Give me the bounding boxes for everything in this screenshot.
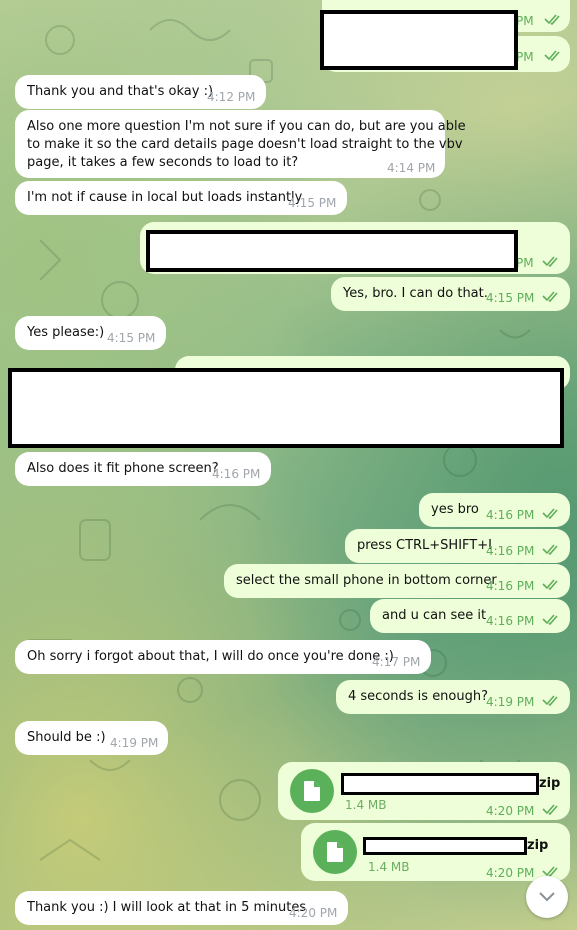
file-size: 1.4 MB xyxy=(368,860,410,874)
redaction-box xyxy=(363,837,527,855)
message-incoming[interactable]: Thank you :) I will look at that in 5 mi… xyxy=(15,891,348,925)
message-time: 4:20 PM xyxy=(486,866,535,880)
message-time: PM xyxy=(516,50,534,64)
chevron-down-icon xyxy=(539,892,555,902)
message-incoming[interactable]: Oh sorry i forgot about that, I will do … xyxy=(15,640,431,674)
message-text-line: to make it so the card details page does… xyxy=(27,137,463,152)
message-outgoing[interactable]: press CTRL+SHIFT+I 4:16 PM xyxy=(345,529,570,563)
message-text: Thank you :) I will look at that in 5 mi… xyxy=(27,900,307,915)
message-text: Thank you and that's okay :) xyxy=(27,84,214,99)
file-icon[interactable] xyxy=(313,830,357,874)
message-outgoing[interactable]: 4 seconds is enough? 4:19 PM xyxy=(336,680,570,714)
file-icon[interactable] xyxy=(290,769,334,813)
message-time: 4:16 PM xyxy=(486,579,535,593)
file-size: 1.4 MB xyxy=(345,798,387,812)
message-time: 4:16 PM xyxy=(212,467,261,481)
message-time: 4:15 PM xyxy=(486,291,535,305)
message-outgoing[interactable]: select the small phone in bottom corner … xyxy=(224,564,570,598)
redaction-box xyxy=(146,230,518,272)
message-time: PM xyxy=(516,14,534,28)
message-incoming[interactable]: Should be :) 4:19 PM xyxy=(15,721,168,755)
message-time: 4:15 PM xyxy=(288,196,337,210)
message-text: Oh sorry i forgot about that, I will do … xyxy=(27,649,394,664)
message-time: 4:19 PM xyxy=(486,695,535,709)
redaction-box xyxy=(8,368,564,448)
message-text: yes bro xyxy=(431,502,479,517)
redaction-box xyxy=(320,10,518,70)
double-check-icon xyxy=(542,256,558,267)
message-time: 4:20 PM xyxy=(289,906,338,920)
message-time: 4:20 PM xyxy=(486,804,535,818)
file-message[interactable]: zip 1.4 MB 4:20 PM xyxy=(301,823,570,881)
message-text: Yes please:) xyxy=(27,325,105,340)
message-time: 4:14 PM xyxy=(387,161,436,175)
double-check-icon xyxy=(544,50,560,61)
double-check-icon xyxy=(542,804,558,815)
message-time: 4:16 PM xyxy=(486,544,535,558)
file-extension: zip xyxy=(539,776,561,791)
message-time: 4:19 PM xyxy=(110,736,159,750)
message-incoming[interactable]: I'm not if cause in local but loads inst… xyxy=(15,181,347,215)
message-text: I'm not if cause in local but loads inst… xyxy=(27,190,303,205)
message-text: Should be :) xyxy=(27,730,106,745)
message-incoming[interactable]: Thank you and that's okay :) 4:12 PM xyxy=(15,75,266,109)
scroll-down-button[interactable] xyxy=(526,876,568,918)
double-check-icon xyxy=(544,14,560,25)
file-message[interactable]: zip 1.4 MB 4:20 PM xyxy=(278,762,570,820)
double-check-icon xyxy=(542,579,558,590)
double-check-icon xyxy=(542,544,558,555)
message-incoming[interactable]: Also one more question I'm not sure if y… xyxy=(15,110,466,178)
message-time: 4:16 PM xyxy=(486,508,535,522)
message-outgoing[interactable]: and u can see it 4:16 PM xyxy=(370,599,570,633)
double-check-icon xyxy=(542,695,558,706)
message-text: Also does it fit phone screen? xyxy=(27,461,219,476)
message-incoming[interactable]: Also does it fit phone screen? 4:16 PM xyxy=(15,452,271,486)
message-text: Yes, bro. I can do that. xyxy=(343,286,488,301)
message-time: 4:15 PM xyxy=(107,331,156,345)
double-check-icon xyxy=(542,508,558,519)
message-text-line: Also one more question I'm not sure if y… xyxy=(27,119,466,134)
message-text: press CTRL+SHIFT+I xyxy=(357,538,492,553)
message-text: and u can see it xyxy=(382,608,487,623)
double-check-icon xyxy=(542,614,558,625)
redaction-box xyxy=(341,773,539,795)
message-outgoing[interactable]: Yes, bro. I can do that. 4:15 PM xyxy=(331,277,570,311)
message-text: 4 seconds is enough? xyxy=(348,689,489,704)
message-time: 4:17 PM xyxy=(372,655,421,669)
message-outgoing[interactable]: yes bro 4:16 PM xyxy=(419,493,570,527)
message-incoming[interactable]: Yes please:) 4:15 PM xyxy=(15,316,166,350)
double-check-icon xyxy=(542,291,558,302)
message-time: PM xyxy=(516,256,534,270)
message-text: select the small phone in bottom corner xyxy=(236,573,497,588)
file-extension: zip xyxy=(527,838,549,853)
message-time: 4:12 PM xyxy=(207,90,256,104)
message-text-line: page, it takes a few seconds to load to … xyxy=(27,155,299,170)
message-time: 4:16 PM xyxy=(486,614,535,628)
